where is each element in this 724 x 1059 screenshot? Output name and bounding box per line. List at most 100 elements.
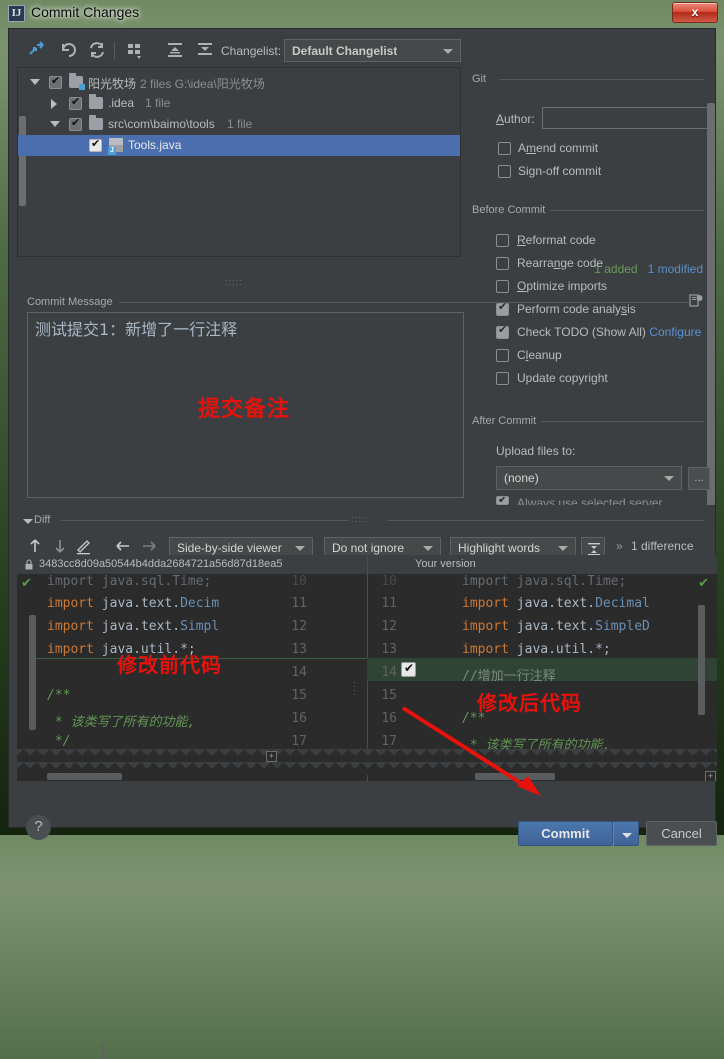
optimize-imports-checkbox[interactable] bbox=[496, 280, 509, 293]
diff-left-pane[interactable]: ✔ import java.sql.Time; import java.text… bbox=[17, 555, 367, 781]
expand-all-icon[interactable] bbox=[164, 39, 186, 61]
collapse-all-icon[interactable] bbox=[194, 39, 216, 61]
row-checkbox[interactable] bbox=[49, 74, 62, 89]
commit-options-dropdown[interactable] bbox=[613, 821, 639, 846]
cancel-button[interactable]: Cancel bbox=[646, 821, 717, 846]
upload-files-label: Upload files to: bbox=[496, 444, 576, 458]
update-copyright-checkbox[interactable] bbox=[496, 372, 509, 385]
dialog-body: Changelist: Default Changelist 阳光牧场 2 fi… bbox=[8, 28, 717, 1059]
after-code-annotation: 修改后代码 bbox=[477, 691, 582, 715]
apply-right-icon[interactable] bbox=[139, 536, 159, 556]
left-pane-scrollbar[interactable] bbox=[29, 615, 36, 730]
before-code-annotation: 修改前代码 bbox=[117, 653, 222, 677]
update-copyright-label[interactable]: Update copyright bbox=[517, 371, 608, 385]
author-label: Author: bbox=[496, 112, 535, 126]
cleanup-label[interactable]: Cleanup bbox=[517, 348, 562, 362]
window-title: Commit Changes bbox=[31, 4, 140, 20]
git-section-label: Git bbox=[472, 73, 492, 85]
folder-icon bbox=[89, 115, 103, 130]
accept-change-checkbox[interactable] bbox=[401, 660, 416, 677]
diff-section-label: Diff bbox=[34, 514, 56, 526]
check-todo-checkbox[interactable] bbox=[496, 323, 509, 339]
chevron-down-icon bbox=[443, 48, 453, 54]
added-comment-line: //增加一行注释 bbox=[462, 669, 556, 684]
reformat-code-checkbox[interactable] bbox=[496, 234, 509, 247]
diff-splitter-grip[interactable]: ::::: bbox=[351, 515, 369, 524]
chevron-down-icon[interactable] bbox=[23, 519, 33, 524]
tree-row[interactable]: 阳光牧场 2 files G:\idea\阳光牧场 bbox=[18, 72, 460, 93]
after-commit-section-label: After Commit bbox=[472, 415, 542, 427]
edit-source-icon[interactable] bbox=[74, 536, 94, 556]
section-divider bbox=[387, 520, 704, 521]
perform-code-analysis-label[interactable]: Perform code analysis bbox=[517, 302, 636, 316]
close-icon[interactable]: x bbox=[672, 2, 718, 23]
splitter-grip[interactable]: ::::: bbox=[225, 278, 243, 287]
signoff-commit-label[interactable]: Sign-off commit bbox=[518, 164, 601, 178]
reformat-code-label[interactable]: Reformat code bbox=[517, 233, 596, 247]
chevron-down-icon bbox=[622, 833, 632, 838]
rearrange-code-label[interactable]: Rearrange code bbox=[517, 256, 603, 270]
accepted-check-icon: ✔ bbox=[698, 575, 709, 590]
tree-row[interactable]: src\com\baimo\tools 1 file bbox=[18, 114, 460, 135]
row-checkbox[interactable] bbox=[69, 116, 82, 131]
changelist-dropdown[interactable]: Default Changelist bbox=[284, 39, 461, 62]
options-scrollbar[interactable] bbox=[707, 103, 715, 505]
perform-code-analysis-checkbox[interactable] bbox=[496, 300, 509, 316]
left-pane-hscrollbar[interactable] bbox=[47, 773, 122, 780]
chevron-down-icon[interactable] bbox=[30, 79, 40, 85]
tree-row[interactable]: Tools.java bbox=[18, 135, 460, 156]
chevron-down-icon[interactable] bbox=[50, 121, 60, 127]
signoff-commit-checkbox[interactable] bbox=[498, 165, 511, 178]
group-by-icon[interactable] bbox=[124, 39, 146, 61]
changelist-label: Changelist: bbox=[221, 44, 282, 58]
commit-message-input[interactable]: 测试提交1：新增了一行注释 提交备注 bbox=[27, 312, 464, 498]
chevron-down-icon bbox=[423, 546, 433, 551]
chevron-down-icon bbox=[558, 546, 568, 551]
accepted-check-icon: ✔ bbox=[21, 575, 32, 590]
apply-left-icon[interactable] bbox=[113, 536, 133, 556]
before-commit-section-label: Before Commit bbox=[472, 204, 551, 216]
revert-icon[interactable] bbox=[57, 39, 79, 61]
cleanup-checkbox[interactable] bbox=[496, 349, 509, 362]
section-divider bbox=[61, 520, 349, 521]
commit-message-section-label: Commit Message bbox=[27, 296, 118, 308]
refresh-icon[interactable] bbox=[86, 39, 108, 61]
diff-viewer: 3483cc8d09a50544b4dda2684721a56d87d18ea5… bbox=[17, 555, 717, 781]
always-use-server-checkbox[interactable] bbox=[496, 496, 509, 505]
commit-button[interactable]: Commit bbox=[518, 821, 613, 846]
check-todo-label[interactable]: Check TODO (Show All) Configure bbox=[517, 325, 701, 339]
chevron-down-icon bbox=[295, 546, 305, 551]
rearrange-code-checkbox[interactable] bbox=[496, 257, 509, 270]
diff-right-pane[interactable]: 10 11 12 13 14 15 16 17 18 ✔ import java… bbox=[367, 555, 717, 781]
row-checkbox[interactable] bbox=[69, 95, 82, 110]
commit-message-annotation: 提交备注 bbox=[198, 397, 291, 422]
commit-message-text: 测试提交1：新增了一行注释 bbox=[35, 320, 238, 339]
expand-fold-icon[interactable]: + bbox=[705, 771, 716, 781]
configure-link[interactable]: Configure bbox=[649, 325, 701, 339]
more-options-icon[interactable]: » bbox=[616, 539, 623, 553]
next-difference-icon[interactable] bbox=[50, 536, 70, 556]
amend-commit-label[interactable]: Amend commit bbox=[518, 141, 598, 155]
chevron-down-icon bbox=[664, 476, 674, 481]
previous-difference-icon[interactable] bbox=[25, 536, 45, 556]
section-divider bbox=[537, 421, 704, 422]
right-pane-scrollbar[interactable] bbox=[698, 605, 705, 715]
java-file-icon bbox=[108, 138, 123, 155]
chevron-right-icon[interactable] bbox=[51, 99, 57, 109]
author-field[interactable] bbox=[542, 107, 708, 129]
row-checkbox[interactable] bbox=[89, 137, 102, 152]
folder-modified-icon bbox=[69, 73, 85, 90]
upload-server-dropdown[interactable]: (none) bbox=[496, 466, 682, 490]
help-button[interactable]: ? bbox=[26, 815, 51, 840]
tree-row[interactable]: .idea 1 file bbox=[18, 93, 460, 114]
always-use-server-label[interactable]: Always use selected server bbox=[517, 496, 662, 505]
amend-commit-checkbox[interactable] bbox=[498, 142, 511, 155]
browse-servers-button[interactable]: ... bbox=[688, 467, 710, 490]
show-diff-icon[interactable] bbox=[25, 39, 47, 61]
right-pane-hscrollbar[interactable] bbox=[475, 773, 555, 780]
optimize-imports-label[interactable]: Optimize imports bbox=[517, 279, 607, 293]
changed-files-tree[interactable]: 阳光牧场 2 files G:\idea\阳光牧场 .idea 1 file s… bbox=[17, 67, 461, 257]
expand-fold-icon[interactable]: + bbox=[266, 751, 277, 762]
diff-splitter-grip[interactable]: · · · · bbox=[353, 678, 357, 699]
section-divider bbox=[546, 210, 704, 211]
